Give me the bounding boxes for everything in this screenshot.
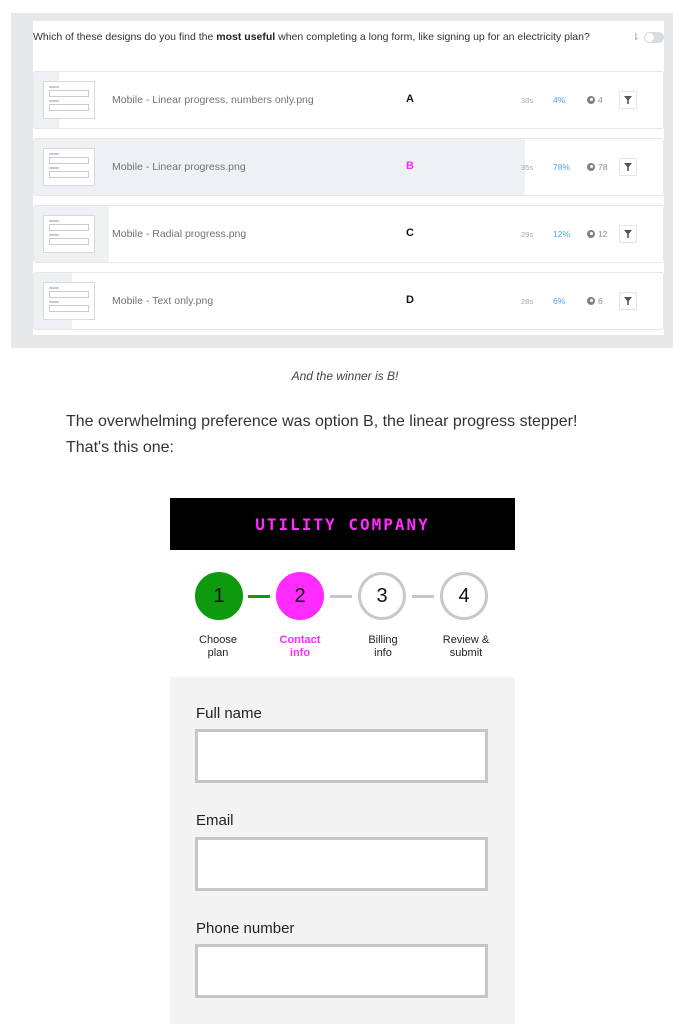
step-3-label-line2: info (374, 647, 392, 659)
result-percent: 12% (553, 229, 571, 239)
average-time: 35s (521, 163, 534, 172)
design-letter: A (406, 93, 414, 105)
filter-icon (624, 163, 632, 171)
design-thumbnail (43, 81, 95, 119)
step-4-circle[interactable]: 4 (440, 572, 488, 620)
step-1-label-line1: Choose (199, 634, 237, 646)
step-4-label: Review & submit (431, 634, 501, 660)
design-letter: C (406, 227, 414, 239)
email-label: Email (196, 812, 234, 829)
brand-name: UTILITY COMPANY (255, 514, 430, 534)
sort-icon[interactable]: ⇂ (632, 32, 640, 43)
vote-count: 78 (587, 162, 607, 172)
question-text-emphasis: most useful (216, 31, 276, 43)
result-percent: 4% (553, 95, 566, 105)
step-1-circle[interactable]: 1 (195, 572, 243, 620)
design-file-name: Mobile - Linear progress.png (112, 161, 246, 173)
survey-results-screenshot: Which of these designs do you find the m… (11, 13, 673, 348)
question-text-end: when completing a long form, like signin… (275, 31, 590, 43)
step-4-label-line2: submit (449, 647, 483, 659)
vote-count-value: 78 (598, 162, 608, 172)
step-connector-1 (248, 595, 270, 598)
survey-question: Which of these designs do you find the m… (33, 30, 608, 45)
vote-count-value: 4 (598, 95, 603, 105)
progress-stepper: 1 2 3 4 Choose plan Contact info Billing… (170, 570, 515, 670)
step-connector-3 (412, 595, 434, 598)
user-icon (587, 96, 595, 104)
result-share-bar (34, 139, 525, 195)
result-percent: 78% (553, 162, 571, 172)
full-name-field[interactable] (195, 729, 488, 783)
design-letter: D (406, 294, 414, 306)
vote-count: 6 (587, 296, 603, 306)
step-3-label-line1: Billing (368, 634, 398, 646)
vote-count: 12 (587, 229, 607, 239)
design-thumbnail (43, 215, 95, 253)
filter-icon (624, 230, 632, 238)
design-file-name: Mobile - Linear progress, numbers only.p… (112, 94, 314, 106)
filter-icon (624, 297, 632, 305)
phone-number-field[interactable] (195, 944, 488, 998)
sort-toggle-switch[interactable] (644, 32, 664, 43)
design-thumbnail (43, 148, 95, 186)
user-icon (587, 230, 595, 238)
sort-controls: ⇂ (632, 32, 664, 43)
step-2-circle[interactable]: 2 (276, 572, 324, 620)
vote-count-value: 12 (598, 229, 608, 239)
filter-icon (624, 96, 632, 104)
filter-button[interactable] (619, 225, 637, 243)
option-row-a[interactable]: Mobile - Linear progress, numbers only.p… (33, 71, 664, 129)
user-icon (587, 297, 595, 305)
step-1-label-line2: plan (207, 647, 229, 659)
step-2-label-line2: info (289, 647, 311, 659)
option-row-d[interactable]: Mobile - Text only.png D 28s 6% 6 (33, 272, 664, 330)
contact-form: Full name Email Phone number (170, 677, 515, 1024)
design-file-name: Mobile - Text only.png (112, 295, 214, 307)
option-row-b[interactable]: Mobile - Linear progress.png B 35s 78% 7… (33, 138, 664, 196)
result-percent: 6% (553, 296, 566, 306)
vote-count: 4 (587, 95, 603, 105)
design-letter: B (406, 160, 414, 172)
step-2-label: Contact info (265, 634, 335, 660)
filter-button[interactable] (619, 292, 637, 310)
option-row-c[interactable]: Mobile - Radial progress.png C 29s 12% 1… (33, 205, 664, 263)
filter-button[interactable] (619, 91, 637, 109)
step-3-circle[interactable]: 3 (358, 572, 406, 620)
step-2-label-line1: Contact (279, 634, 321, 646)
step-3-label: Billing info (348, 634, 418, 660)
average-time: 28s (521, 297, 534, 306)
full-name-label: Full name (196, 705, 262, 722)
user-icon (587, 163, 595, 171)
filter-button[interactable] (619, 158, 637, 176)
survey-results-panel: Which of these designs do you find the m… (33, 21, 664, 335)
question-text-start: Which of these designs do you find the (33, 31, 217, 43)
phone-number-label: Phone number (196, 920, 295, 937)
step-4-label-line1: Review & (442, 634, 490, 646)
image-caption: And the winner is B! (291, 369, 399, 383)
brand-header: UTILITY COMPANY (170, 498, 515, 550)
step-connector-2 (330, 595, 352, 598)
design-file-name: Mobile - Radial progress.png (112, 228, 247, 240)
average-time: 38s (521, 96, 534, 105)
email-field[interactable] (195, 837, 488, 891)
average-time: 29s (521, 230, 534, 239)
step-1-label: Choose plan (183, 634, 253, 660)
vote-count-value: 6 (598, 296, 603, 306)
article-paragraph: The overwhelming preference was option B… (66, 413, 578, 456)
design-thumbnail (43, 282, 95, 320)
